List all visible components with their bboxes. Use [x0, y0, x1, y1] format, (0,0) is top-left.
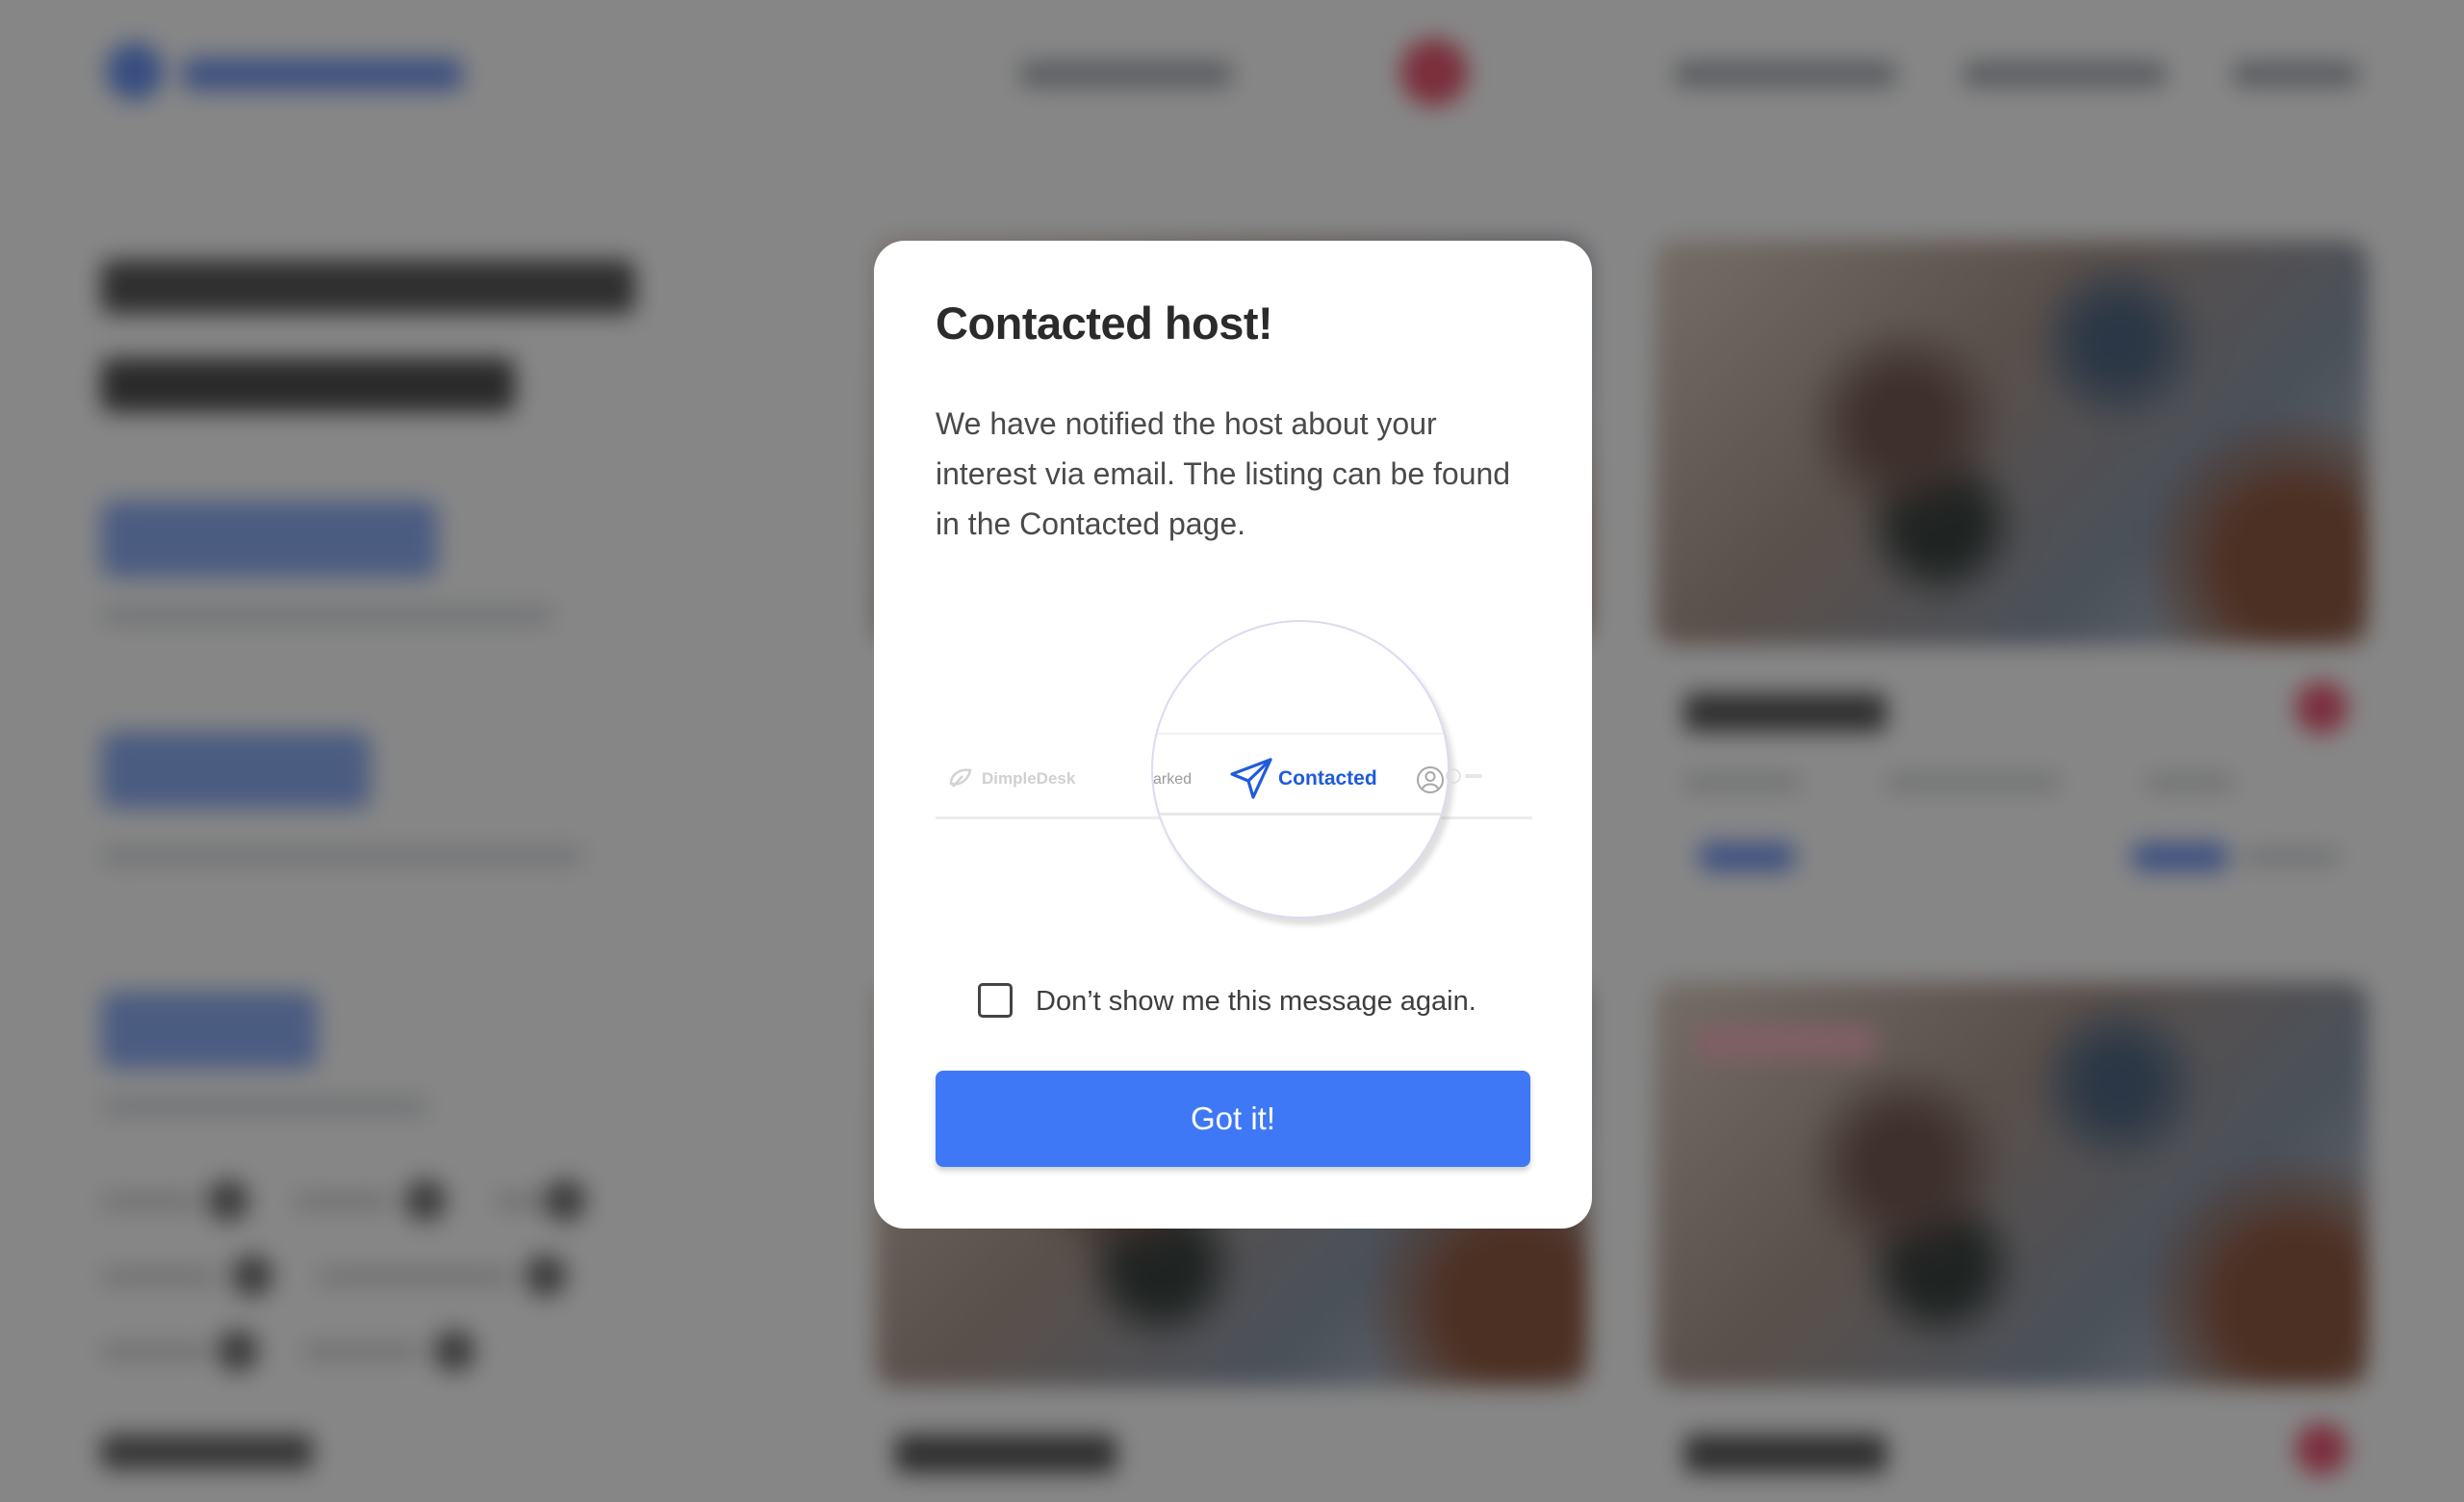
dont-show-again-checkbox[interactable] [978, 983, 1013, 1018]
magnifier-nav-top-line [1153, 733, 1448, 735]
profile-tab-faded-icon [1446, 768, 1482, 784]
dialog-message: We have notified the host about your int… [936, 406, 1511, 541]
illustration-partial-tab: arked [1153, 771, 1193, 788]
contacted-nav-illustration: DimpleDesk arked Contacted [936, 616, 1532, 934]
dont-show-again-label[interactable]: Don’t show me this message again. [1036, 986, 1476, 1018]
contacted-host-dialog: Contacted host! We have notified the hos… [874, 241, 1592, 1229]
magnifier-circle: arked Contacted [1151, 620, 1450, 919]
dialog-title: Contacted host! [936, 298, 1273, 349]
illustration-brand: DimpleDesk [982, 769, 1076, 788]
magnifier-nav-bottom-line [1153, 813, 1448, 816]
got-it-button[interactable]: Got it! [936, 1071, 1530, 1167]
dimpledesk-logo-icon [949, 768, 972, 788]
profile-icon [1417, 766, 1444, 793]
paper-plane-icon [1230, 758, 1272, 799]
illustration-active-tab: Contacted [1278, 767, 1377, 790]
